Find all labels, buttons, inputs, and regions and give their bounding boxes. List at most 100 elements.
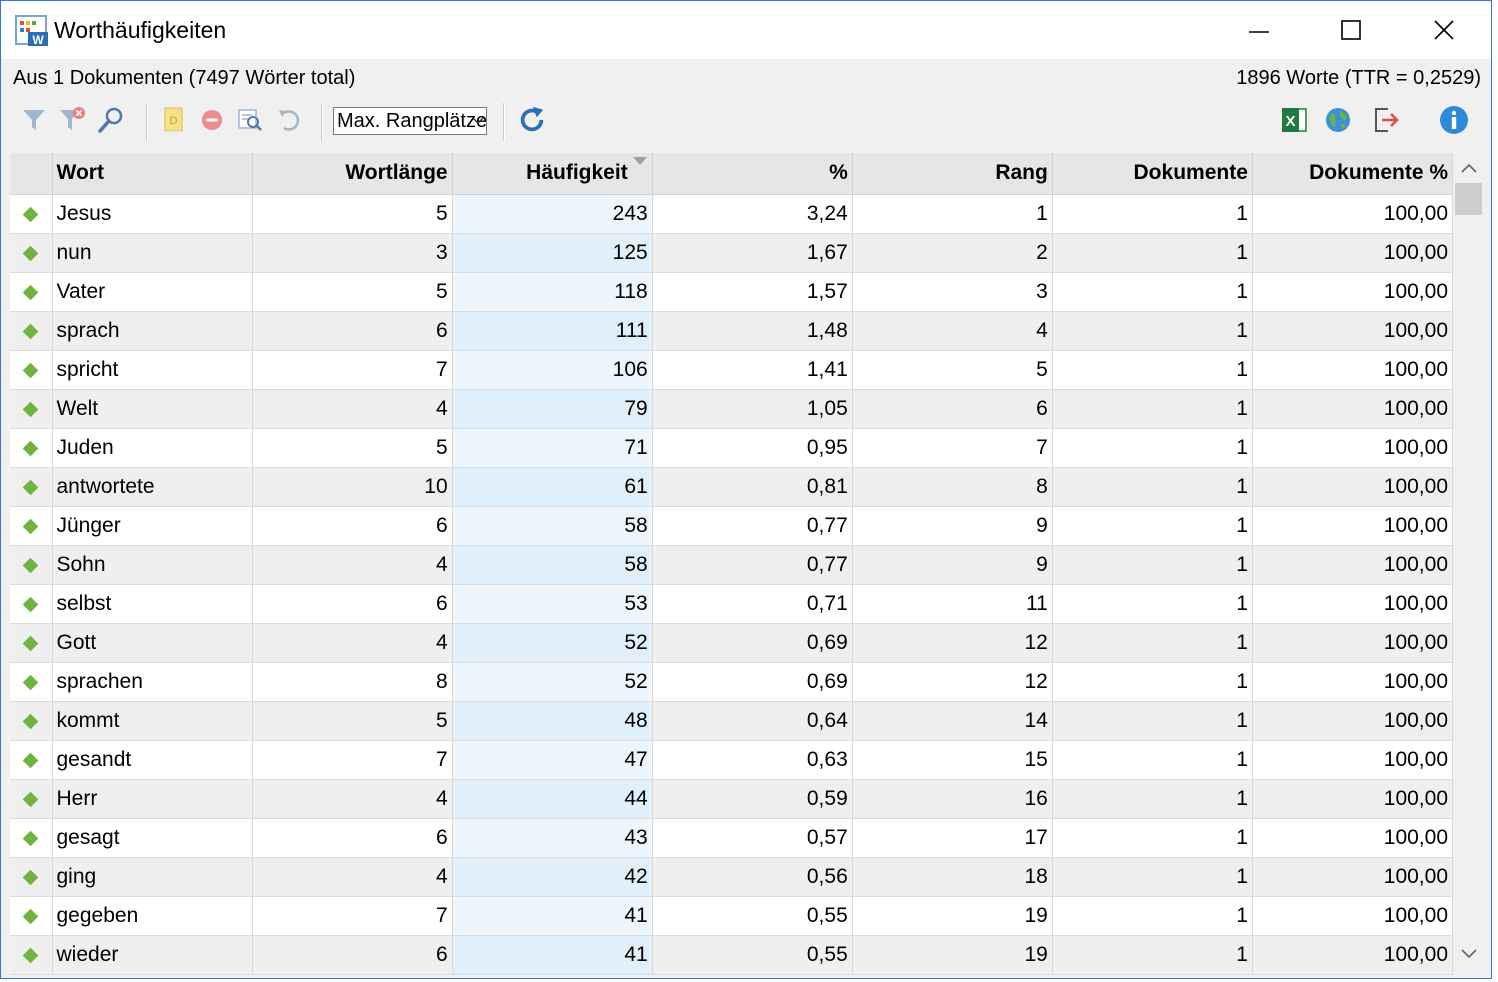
- cell-wort[interactable]: gesagt: [52, 818, 253, 858]
- column-header-wortlaenge[interactable]: Wortlänge: [252, 153, 453, 195]
- row-indicator[interactable]: [10, 350, 53, 390]
- table-row[interactable]: Herr 4 44 0,59 16 1 100,00: [10, 779, 1454, 819]
- table-row[interactable]: sprachen 8 52 0,69 12 1 100,00: [10, 662, 1454, 702]
- table-row[interactable]: gegeben 7 41 0,55 19 1 100,00: [10, 896, 1454, 936]
- cell-prozent[interactable]: 0,63: [652, 740, 853, 780]
- cell-haeufigkeit[interactable]: 58: [452, 506, 653, 546]
- row-indicator[interactable]: [10, 194, 53, 234]
- cell-dokumente-prozent[interactable]: 100,00: [1252, 467, 1454, 507]
- cell-prozent[interactable]: 0,95: [652, 428, 853, 468]
- title-bar[interactable]: W Worthäufigkeiten: [1, 1, 1491, 59]
- cell-haeufigkeit[interactable]: 79: [452, 389, 653, 429]
- cell-prozent[interactable]: 1,05: [652, 389, 853, 429]
- cell-wort[interactable]: Jünger: [52, 506, 253, 546]
- row-indicator[interactable]: [10, 740, 53, 780]
- cell-wortlaenge[interactable]: 7: [252, 740, 453, 780]
- row-indicator[interactable]: [10, 701, 53, 741]
- table-row[interactable]: Gott 4 52 0,69 12 1 100,00: [10, 623, 1454, 663]
- cell-dokumente[interactable]: 1: [1052, 779, 1253, 819]
- cell-wortlaenge[interactable]: 4: [252, 857, 453, 897]
- cell-prozent[interactable]: 0,59: [652, 779, 853, 819]
- undo-icon[interactable]: [274, 105, 304, 135]
- cell-rang[interactable]: 15: [852, 740, 1053, 780]
- table-row[interactable]: antwortete 10 61 0,81 8 1 100,00: [10, 467, 1454, 507]
- table-row[interactable]: selbst 6 53 0,71 11 1 100,00: [10, 584, 1454, 624]
- cell-rang[interactable]: 19: [852, 896, 1053, 936]
- cell-prozent[interactable]: 1,67: [652, 233, 853, 273]
- table-row[interactable]: Vater 5 118 1,57 3 1 100,00: [10, 272, 1454, 312]
- info-icon[interactable]: [1439, 105, 1469, 135]
- cell-dokumente[interactable]: 1: [1052, 194, 1253, 234]
- cell-dokumente-prozent[interactable]: 100,00: [1252, 389, 1454, 429]
- cell-prozent[interactable]: 1,48: [652, 311, 853, 351]
- cell-wort[interactable]: Vater: [52, 272, 253, 312]
- cell-dokumente-prozent[interactable]: 100,00: [1252, 194, 1454, 234]
- row-indicator[interactable]: [10, 818, 53, 858]
- cell-rang[interactable]: 8: [852, 467, 1053, 507]
- column-header-dokumente[interactable]: Dokumente: [1052, 153, 1253, 195]
- cell-dokumente-prozent[interactable]: 100,00: [1252, 896, 1454, 936]
- cell-wort[interactable]: Juden: [52, 428, 253, 468]
- cell-wort[interactable]: gegeben: [52, 896, 253, 936]
- table-row[interactable]: gesagt 6 43 0,57 17 1 100,00: [10, 818, 1454, 858]
- cell-dokumente-prozent[interactable]: 100,00: [1252, 818, 1454, 858]
- cell-dokumente-prozent[interactable]: 100,00: [1252, 272, 1454, 312]
- cell-rang[interactable]: 9: [852, 545, 1053, 585]
- minimize-button[interactable]: [1213, 1, 1305, 59]
- cell-dokumente-prozent[interactable]: 100,00: [1252, 857, 1454, 897]
- cell-dokumente[interactable]: 1: [1052, 272, 1253, 312]
- table-row[interactable]: Jünger 6 58 0,77 9 1 100,00: [10, 506, 1454, 546]
- cell-wort[interactable]: Gott: [52, 623, 253, 663]
- cell-prozent[interactable]: 0,71: [652, 584, 853, 624]
- row-indicator[interactable]: [10, 779, 53, 819]
- cell-prozent[interactable]: 0,69: [652, 662, 853, 702]
- column-header-indicator[interactable]: [10, 153, 53, 195]
- cell-wortlaenge[interactable]: 4: [252, 623, 453, 663]
- cell-wortlaenge[interactable]: 7: [252, 350, 453, 390]
- cell-rang[interactable]: 7: [852, 428, 1053, 468]
- cell-wortlaenge[interactable]: 6: [252, 818, 453, 858]
- column-header-dokumente-prozent[interactable]: Dokumente %: [1252, 153, 1454, 195]
- row-indicator[interactable]: [10, 272, 53, 312]
- cell-dokumente[interactable]: 1: [1052, 818, 1253, 858]
- row-indicator[interactable]: [10, 545, 53, 585]
- cell-prozent[interactable]: 3,24: [652, 194, 853, 234]
- cell-haeufigkeit[interactable]: 111: [452, 311, 653, 351]
- row-indicator[interactable]: [10, 857, 53, 897]
- column-header-rang[interactable]: Rang: [852, 153, 1053, 195]
- cell-dokumente-prozent[interactable]: 100,00: [1252, 701, 1454, 741]
- cell-dokumente[interactable]: 1: [1052, 857, 1253, 897]
- cell-wort[interactable]: Sohn: [52, 545, 253, 585]
- cell-dokumente-prozent[interactable]: 100,00: [1252, 662, 1454, 702]
- cell-prozent[interactable]: 0,77: [652, 545, 853, 585]
- cell-haeufigkeit[interactable]: 41: [452, 896, 653, 936]
- cell-wort[interactable]: gesandt: [52, 740, 253, 780]
- excel-icon[interactable]: X: [1279, 105, 1309, 135]
- table-row[interactable]: Sohn 4 58 0,77 9 1 100,00: [10, 545, 1454, 585]
- table-row[interactable]: kommt 5 48 0,64 14 1 100,00: [10, 701, 1454, 741]
- cell-haeufigkeit[interactable]: 53: [452, 584, 653, 624]
- cell-dokumente[interactable]: 1: [1052, 623, 1253, 663]
- cell-prozent[interactable]: 0,64: [652, 701, 853, 741]
- row-indicator[interactable]: [10, 467, 53, 507]
- preview-icon[interactable]: [235, 105, 265, 135]
- web-export-icon[interactable]: [1323, 105, 1353, 135]
- cell-dokumente[interactable]: 1: [1052, 467, 1253, 507]
- cell-wortlaenge[interactable]: 4: [252, 545, 453, 585]
- cell-wort[interactable]: antwortete: [52, 467, 253, 507]
- cell-wort[interactable]: Herr: [52, 779, 253, 819]
- cell-haeufigkeit[interactable]: 44: [452, 779, 653, 819]
- row-indicator[interactable]: [10, 935, 53, 975]
- cell-haeufigkeit[interactable]: 48: [452, 701, 653, 741]
- cell-dokumente-prozent[interactable]: 100,00: [1252, 311, 1454, 351]
- cell-wort[interactable]: sprachen: [52, 662, 253, 702]
- row-indicator[interactable]: [10, 662, 53, 702]
- cell-dokumente-prozent[interactable]: 100,00: [1252, 545, 1454, 585]
- cell-haeufigkeit[interactable]: 41: [452, 935, 653, 975]
- remove-filter-icon[interactable]: [57, 105, 87, 135]
- cell-dokumente-prozent[interactable]: 100,00: [1252, 779, 1454, 819]
- cell-haeufigkeit[interactable]: 243: [452, 194, 653, 234]
- cell-wortlaenge[interactable]: 5: [252, 428, 453, 468]
- cell-dokumente[interactable]: 1: [1052, 506, 1253, 546]
- cell-dokumente[interactable]: 1: [1052, 545, 1253, 585]
